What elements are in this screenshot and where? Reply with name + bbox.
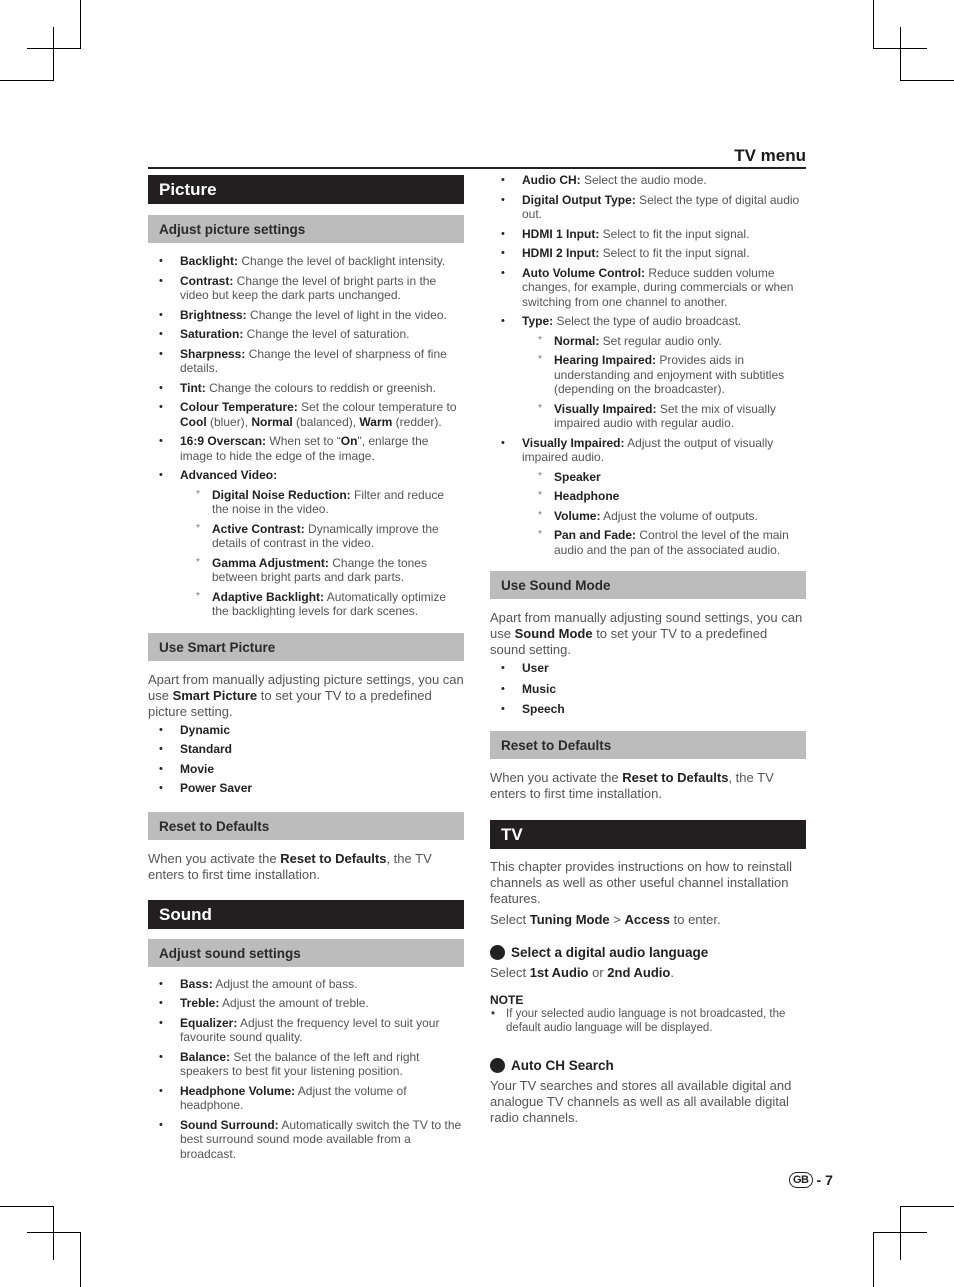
crop-mark [27,1232,81,1233]
sound-mode-options: User Music Speech [490,661,806,717]
crop-mark [873,1232,874,1287]
note-title: NOTE [490,992,524,1007]
list-item: Tint: Change the colours to reddish or g… [148,381,464,396]
sound-mode-description: Apart from manually adjusting sound sett… [490,610,803,657]
smart-picture-options: Dynamic Standard Movie Power Saver [148,723,464,796]
list-item: Power Saver [148,781,464,796]
list-item: Treble: Adjust the amount of treble. [148,996,464,1011]
list-item: Sound Surround: Automatically switch the… [148,1118,464,1162]
list-item: Equalizer: Adjust the frequency level to… [148,1016,464,1045]
list-item: Digital Output Type: Select the type of … [490,193,806,222]
heading-auto-ch-search: Auto CH Search [490,1057,806,1073]
crop-mark [900,1206,901,1260]
page-header: TV menu [148,145,806,169]
list-item: Music [490,682,806,697]
note-text: If your selected audio language is not b… [490,1007,806,1036]
list-item: HDMI 2 Input: Select to fit the input si… [490,246,806,261]
heading-audio-language: Select a digital audio language [490,944,806,960]
list-item: Balance: Set the balance of the left and… [148,1050,464,1079]
crop-mark [80,0,81,48]
list-item: Brightness: Change the level of light in… [148,308,464,323]
list-item: 16:9 Overscan: When set to “On", enlarge… [148,434,464,463]
sound-settings-list-continued: Audio CH: Select the audio mode. Digital… [490,173,806,557]
left-column: Picture Adjust picture settings Backligh… [148,175,464,1161]
region-badge: GB [789,1172,813,1188]
sub-list-item: Volume: Adjust the volume of outputs. [490,509,806,524]
list-item: HDMI 1 Input: Select to fit the input si… [490,227,806,242]
page-title: TV menu [734,146,806,165]
sound-settings-list: Bass: Adjust the amount of bass. Treble:… [148,977,464,1162]
crop-mark [0,1206,54,1207]
list-item: Contrast: Change the level of bright par… [148,274,464,303]
list-item: Standard [148,742,464,757]
bullet-circle-icon [490,1057,505,1073]
subsection-sound-mode: Use Sound Mode [490,571,806,599]
reset-description: When you activate the Reset to Defaults,… [148,850,432,882]
crop-mark [900,80,954,81]
sub-list-item: Pan and Fade: Control the level of the m… [490,528,806,557]
page-number: GB - 7 [789,1172,833,1188]
list-item: Dynamic [148,723,464,738]
audio-language-instruction: Select 1st Audio or 2nd Audio. [490,964,674,980]
reset-description: When you activate the Reset to Defaults,… [490,769,774,801]
crop-mark [27,48,81,49]
list-item: Saturation: Change the level of saturati… [148,327,464,342]
sub-list-item: Adaptive Backlight: Automatically optimi… [148,590,464,619]
list-item: Movie [148,762,464,777]
bullet-circle-icon [490,944,505,960]
sub-list-item: Speaker [490,470,806,485]
sub-list-item: Hearing Impaired: Provides aids in under… [490,353,806,397]
crop-mark [80,1232,81,1287]
list-item: Bass: Adjust the amount of bass. [148,977,464,992]
list-item: Auto Volume Control: Reduce sudden volum… [490,266,806,310]
crop-mark [53,27,54,81]
list-item: Colour Temperature: Set the colour tempe… [148,400,464,429]
list-item: User [490,661,806,676]
crop-mark [900,1206,954,1207]
list-item: Visually Impaired: Adjust the output of … [490,436,806,465]
crop-mark [53,1206,54,1260]
subsection-smart-picture: Use Smart Picture [148,632,464,661]
section-sound: Sound [148,899,464,929]
list-item: Type: Select the type of audio broadcast… [490,314,806,329]
subsection-adjust-picture: Adjust picture settings [148,215,464,243]
crop-mark [873,1232,927,1233]
list-item: Backlight: Change the level of backlight… [148,254,464,269]
subsection-adjust-sound: Adjust sound settings [148,938,464,967]
sub-list-item: Visually Impaired: Set the mix of visual… [490,402,806,431]
subsection-reset-defaults: Reset to Defaults [490,730,806,759]
sub-list-item: Digital Noise Reduction: Filter and redu… [148,488,464,517]
auto-ch-search-text: Your TV searches and stores all availabl… [490,1077,792,1125]
tv-intro: This chapter provides instructions on ho… [490,858,793,906]
sub-list-item: Active Contrast: Dynamically improve the… [148,522,464,551]
tv-select-instruction: Select Tuning Mode > Access to enter. [490,911,721,927]
section-picture: Picture [148,175,464,204]
smart-picture-description: Apart from manually adjusting picture se… [148,671,464,719]
picture-settings-list: Backlight: Change the level of backlight… [148,254,464,619]
list-item: Speech [490,702,806,717]
subsection-reset-defaults: Reset to Defaults [148,811,464,840]
sub-list-item: Normal: Set regular audio only. [490,334,806,349]
list-item: Advanced Video: [148,468,464,483]
section-tv: TV [490,819,806,849]
crop-mark [873,0,874,48]
right-column: Audio CH: Select the audio mode. Digital… [490,173,806,1126]
list-item: Headphone Volume: Adjust the volume of h… [148,1084,464,1113]
sub-list-item: Headphone [490,489,806,504]
sub-list-item: Gamma Adjustment: Change the tones betwe… [148,556,464,585]
crop-mark [0,80,54,81]
list-item: Audio CH: Select the audio mode. [490,173,806,188]
list-item: Sharpness: Change the level of sharpness… [148,347,464,376]
crop-mark [900,27,901,81]
